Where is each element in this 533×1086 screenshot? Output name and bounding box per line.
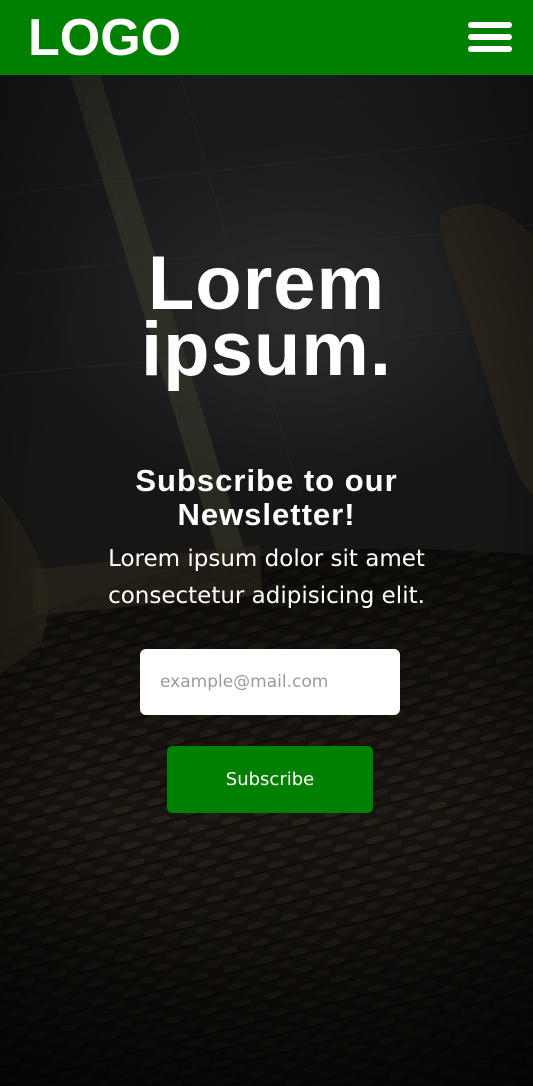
menu-bar <box>468 22 512 28</box>
subscribe-button[interactable]: Subscribe <box>167 746 373 813</box>
menu-bar <box>468 46 512 52</box>
newsletter-heading: Subscribe to our Newsletter! <box>0 464 533 532</box>
newsletter-heading-line: Newsletter! <box>177 497 356 532</box>
menu-bar <box>468 34 512 40</box>
site-header: LOGO <box>0 0 533 75</box>
hero-title: Lorem ipsum. <box>0 246 533 388</box>
newsletter-description: Lorem ipsum dolor sit amet consectetur a… <box>0 541 533 615</box>
hero-title-line: ipsum. <box>141 307 392 392</box>
hamburger-menu-icon[interactable] <box>466 20 514 56</box>
hero-section: Lorem ipsum. Subscribe to our Newsletter… <box>0 75 533 1086</box>
description-line: consectetur adipisicing elit. <box>108 583 425 609</box>
email-input[interactable] <box>140 649 400 715</box>
description-line: Lorem ipsum dolor sit amet <box>108 546 425 572</box>
newsletter-heading-line: Subscribe to our <box>135 463 398 498</box>
logo[interactable]: LOGO <box>28 10 181 66</box>
